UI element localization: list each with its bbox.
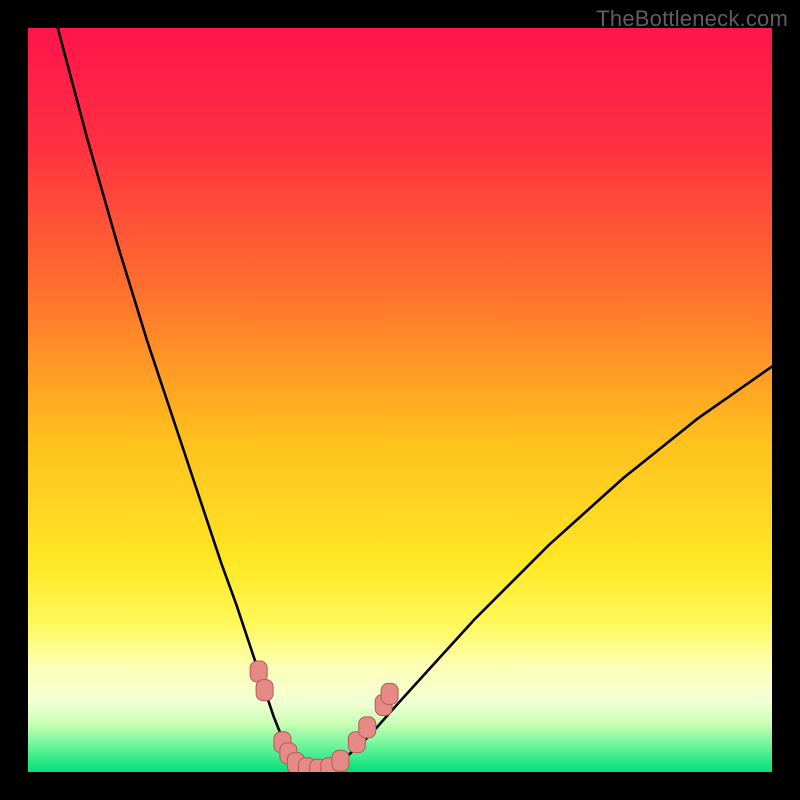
curve-marker — [359, 717, 376, 738]
chart-background — [28, 28, 772, 772]
curve-marker — [332, 750, 349, 771]
watermark-text: TheBottleneck.com — [596, 6, 788, 32]
curve-marker — [381, 683, 398, 704]
chart-frame — [28, 28, 772, 772]
curve-marker — [250, 661, 267, 682]
bottleneck-chart — [28, 28, 772, 772]
curve-marker — [256, 680, 273, 701]
